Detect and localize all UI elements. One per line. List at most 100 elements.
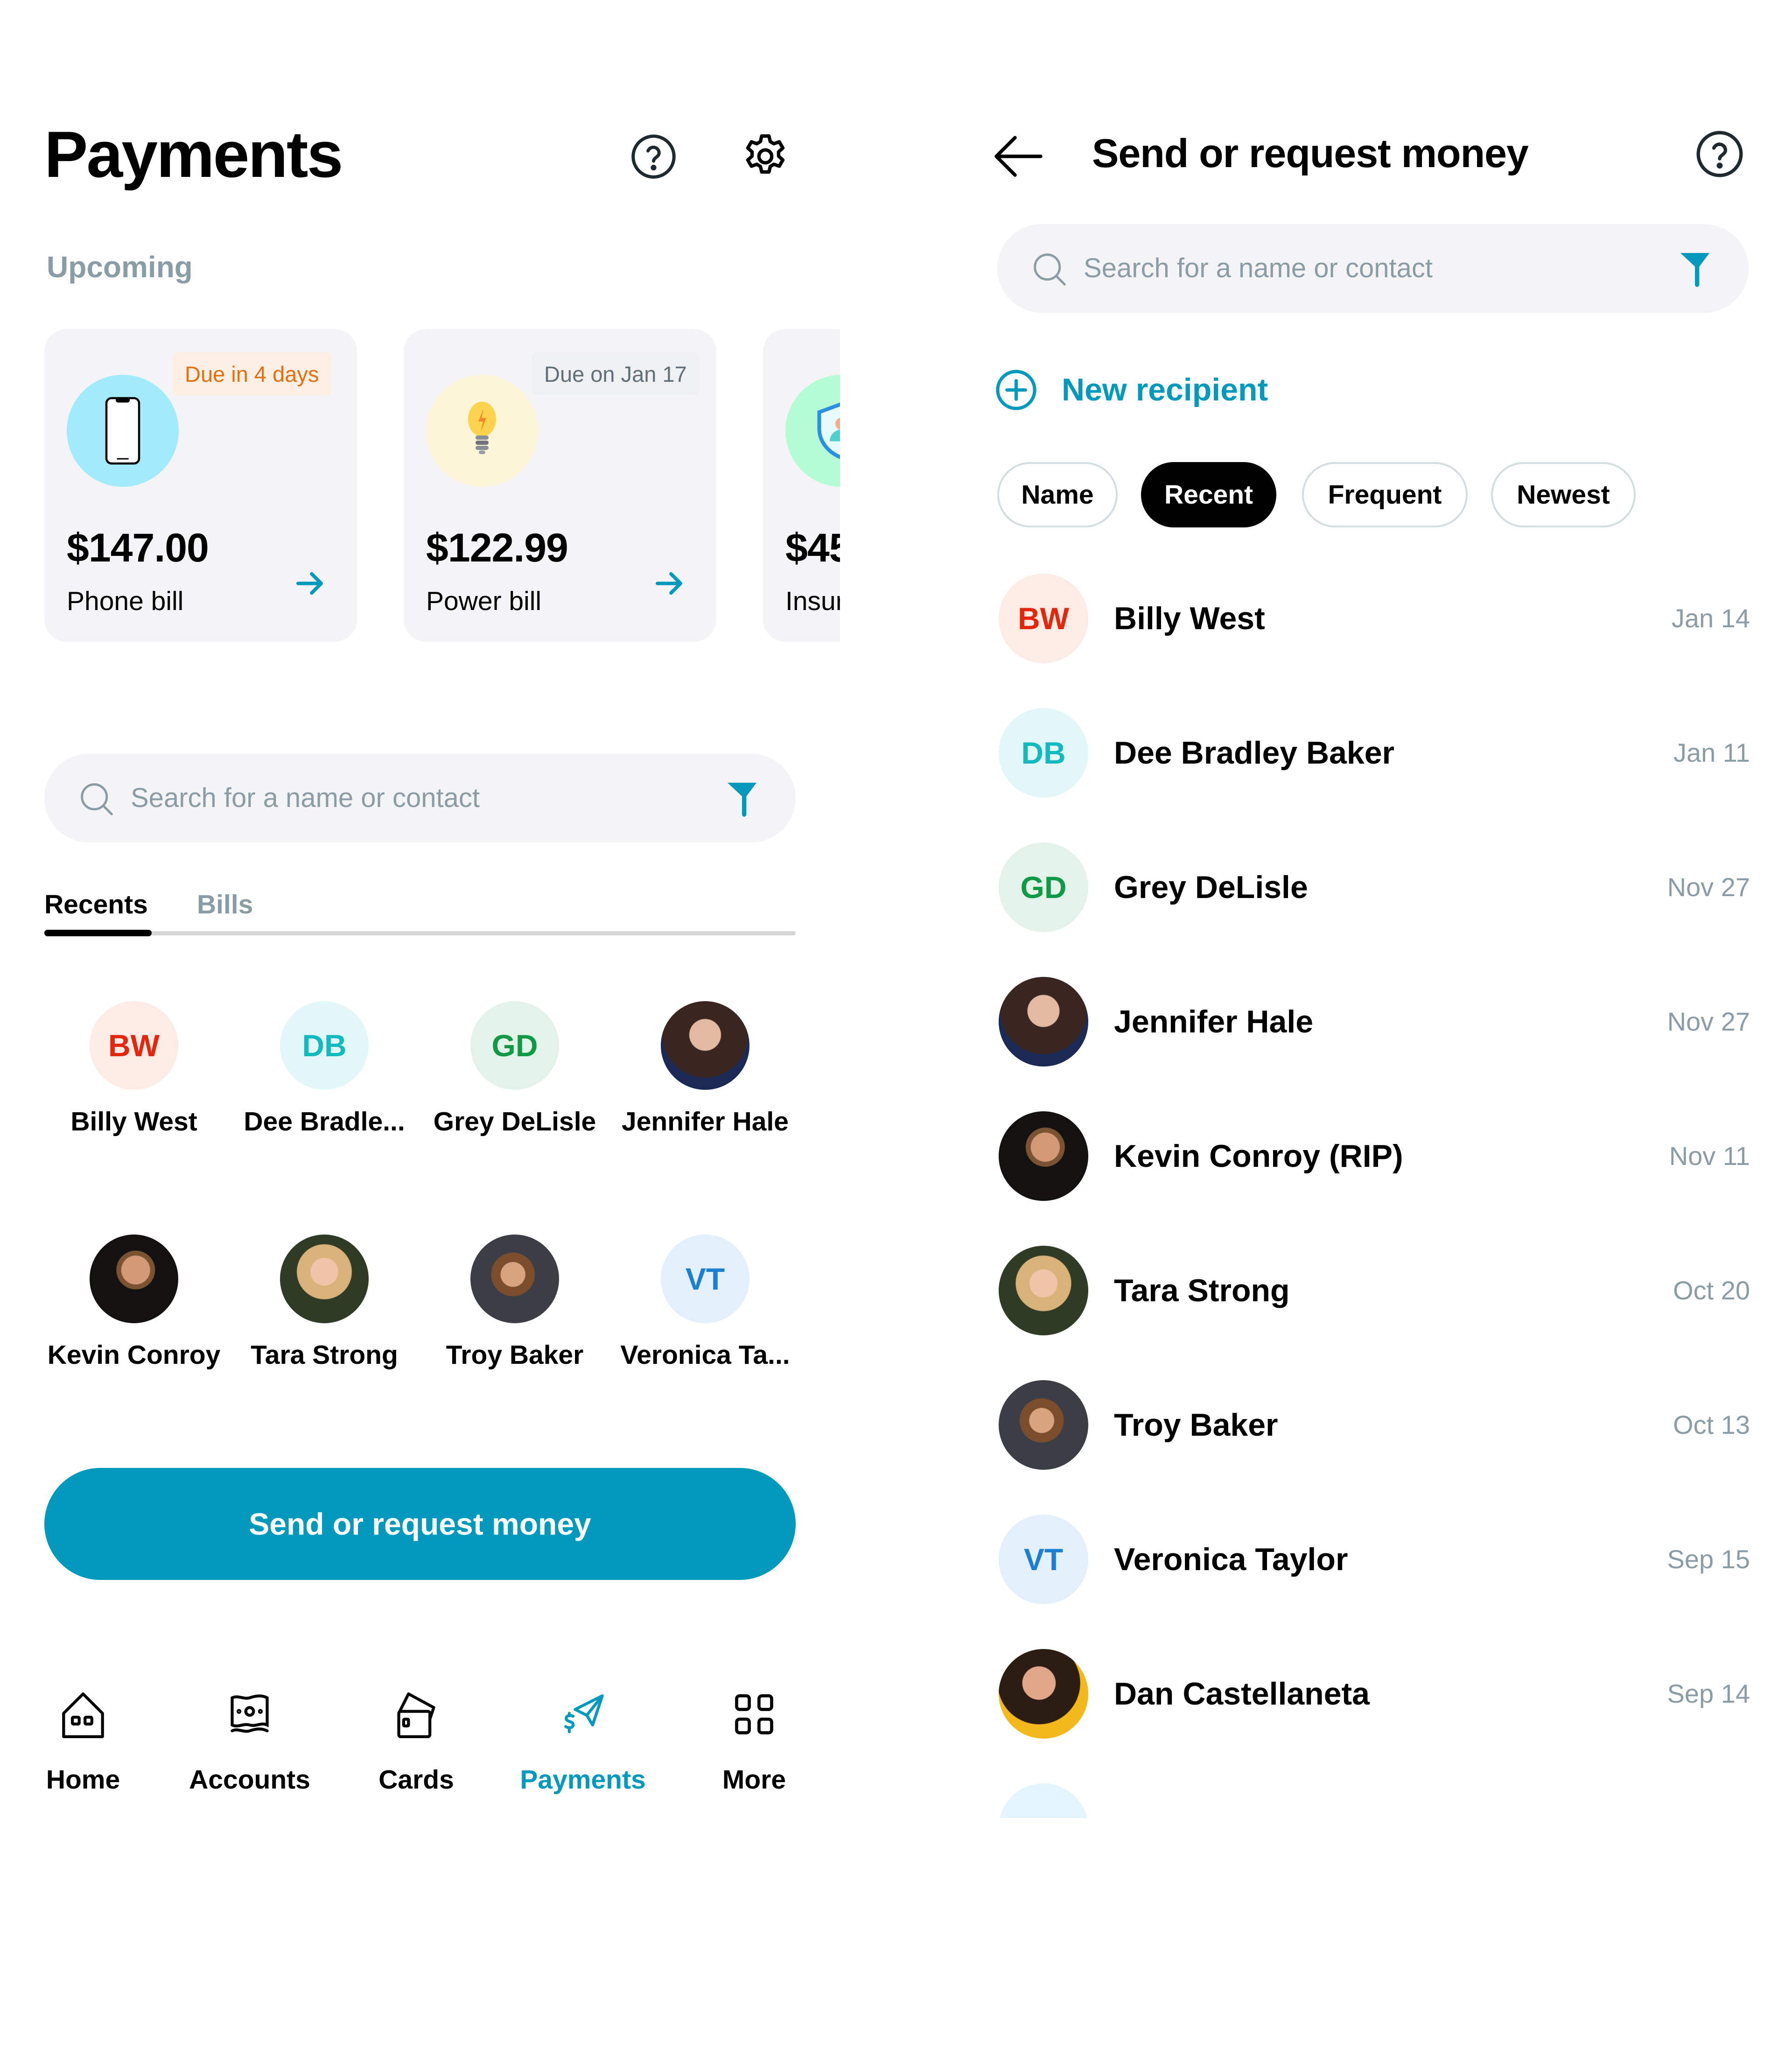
contact-date: Nov 27 bbox=[1667, 872, 1750, 902]
contact-row[interactable]: Jennifer Hale Nov 27 bbox=[999, 977, 1750, 1067]
nav-label: Payments bbox=[520, 1765, 646, 1795]
plus-circle-icon bbox=[996, 369, 1036, 410]
recent-contact[interactable]: VT Veronica Ta... bbox=[612, 1235, 798, 1393]
nav-payments[interactable]: Payments bbox=[513, 1690, 653, 1818]
contact-name: Tara Strong bbox=[1114, 1273, 1290, 1308]
recent-contact[interactable]: Troy Baker bbox=[421, 1235, 608, 1393]
contact-name: Grey DeLisle bbox=[1114, 870, 1308, 905]
contact-row[interactable]: BW Billy West Jan 14 bbox=[999, 574, 1750, 663]
nav-more[interactable]: More bbox=[684, 1690, 824, 1818]
back-button[interactable] bbox=[992, 128, 1048, 184]
contact-row[interactable]: Tara Strong Oct 20 bbox=[999, 1246, 1750, 1335]
contact-date: Nov 11 bbox=[1669, 1141, 1750, 1171]
contact-name: Veronica Ta... bbox=[620, 1340, 790, 1370]
avatar: VT bbox=[661, 1235, 749, 1323]
recent-contact[interactable]: Jennifer Hale bbox=[612, 1001, 798, 1160]
sort-chip-newest[interactable]: Newest bbox=[1491, 462, 1636, 527]
recent-contact[interactable]: Kevin Conroy bbox=[41, 1235, 227, 1393]
help-icon bbox=[631, 134, 676, 179]
contact-name: Jennifer Hale bbox=[622, 1107, 789, 1137]
contact-date: Sep 15 bbox=[1667, 1544, 1750, 1574]
arrow-right-icon[interactable] bbox=[294, 567, 327, 600]
bill-card-power[interactable]: Due on Jan 17 $122.99 Power bill bbox=[404, 329, 716, 642]
settings-button[interactable] bbox=[737, 128, 793, 184]
recent-contact[interactable]: GD Grey DeLisle bbox=[421, 1001, 608, 1160]
due-badge: Due in 4 days bbox=[173, 352, 331, 395]
avatar-photo bbox=[661, 1001, 749, 1090]
contact-name: Billy West bbox=[1114, 601, 1265, 636]
help-button[interactable] bbox=[1694, 128, 1750, 184]
send-or-request-button[interactable]: Send or request money bbox=[44, 1468, 796, 1580]
payments-screen: Payments Upcoming Due in 4 days $147.00 … bbox=[0, 0, 840, 1818]
recent-contact[interactable]: DB Dee Bradle... bbox=[231, 1001, 418, 1160]
arrow-right-icon[interactable] bbox=[653, 567, 686, 600]
home-icon bbox=[62, 1692, 104, 1738]
page-title: Send or request money bbox=[1092, 131, 1529, 176]
search-input[interactable]: Search for a name or contact bbox=[44, 754, 796, 842]
contact-date: Jan 14 bbox=[1671, 603, 1750, 633]
page-title: Payments bbox=[44, 118, 343, 191]
nav-label: Home bbox=[46, 1765, 120, 1795]
filter-icon[interactable] bbox=[1679, 251, 1711, 288]
contact-row[interactable]: Dan Castellaneta Sep 14 bbox=[999, 1649, 1750, 1739]
avatar: BW bbox=[999, 574, 1088, 663]
bill-amount: $45 bbox=[785, 526, 840, 570]
cards-icon bbox=[397, 1692, 435, 1738]
payments-icon bbox=[564, 1694, 604, 1733]
contact-name: Veronica Taylor bbox=[1114, 1542, 1348, 1577]
sort-chip-frequent[interactable]: Frequent bbox=[1302, 462, 1468, 527]
bill-name: Power bill bbox=[426, 586, 542, 616]
gear-icon bbox=[746, 134, 785, 174]
avatar: DB bbox=[280, 1001, 369, 1090]
nav-label: Accounts bbox=[189, 1765, 310, 1795]
avatar-photo bbox=[999, 977, 1088, 1067]
avatar bbox=[999, 1783, 1088, 1818]
contact-name: Jennifer Hale bbox=[1114, 1004, 1314, 1039]
contact-date: Nov 27 bbox=[1667, 1007, 1750, 1036]
contact-row[interactable]: GD Grey DeLisle Nov 27 bbox=[999, 842, 1750, 932]
contact-name: Troy Baker bbox=[446, 1340, 584, 1370]
nav-label: More bbox=[722, 1765, 786, 1795]
avatar: BW bbox=[90, 1001, 178, 1090]
contact-date: Oct 20 bbox=[1673, 1276, 1750, 1305]
avatar-photo bbox=[999, 1649, 1088, 1739]
avatar-photo bbox=[280, 1235, 369, 1323]
contact-date: Jan 11 bbox=[1673, 738, 1750, 767]
search-input[interactable]: Search for a name or contact bbox=[997, 224, 1749, 313]
contact-row[interactable]: Kevin Conroy (RIP) Nov 11 bbox=[999, 1111, 1750, 1201]
contact-name: Kevin Conroy (RIP) bbox=[1114, 1138, 1403, 1174]
bill-amount: $147.00 bbox=[67, 526, 209, 570]
nav-cards[interactable]: Cards bbox=[346, 1690, 486, 1818]
insurance-shield-icon bbox=[785, 375, 840, 487]
bill-card-phone[interactable]: Due in 4 days $147.00 Phone bill bbox=[44, 329, 357, 642]
nav-home[interactable]: Home bbox=[13, 1690, 153, 1818]
due-badge: Due on Jan 17 bbox=[532, 352, 699, 395]
filter-icon[interactable] bbox=[726, 781, 758, 817]
contact-row-clipped[interactable] bbox=[999, 1783, 1750, 1818]
tab-bills[interactable]: Bills bbox=[197, 889, 253, 920]
help-button[interactable] bbox=[625, 128, 681, 184]
bill-name: Phone bill bbox=[67, 586, 184, 616]
recent-contact[interactable]: BW Billy West bbox=[41, 1001, 227, 1160]
avatar-photo bbox=[999, 1111, 1088, 1201]
new-recipient-label: New recipient bbox=[1062, 372, 1268, 407]
contact-name: Troy Baker bbox=[1114, 1407, 1278, 1443]
contact-row[interactable]: Troy Baker Oct 13 bbox=[999, 1380, 1750, 1470]
lightbulb-icon bbox=[426, 375, 538, 487]
recent-contact[interactable]: Tara Strong bbox=[231, 1235, 418, 1393]
avatar-photo bbox=[999, 1380, 1088, 1470]
avatar-photo bbox=[90, 1235, 178, 1323]
bill-amount: $122.99 bbox=[426, 526, 568, 570]
new-recipient-button[interactable]: New recipient bbox=[994, 364, 1268, 415]
avatar: VT bbox=[999, 1515, 1088, 1604]
arrow-left-icon bbox=[994, 136, 1043, 177]
tab-recents[interactable]: Recents bbox=[44, 889, 148, 920]
bill-name: Insur bbox=[785, 586, 840, 616]
sort-chip-recent[interactable]: Recent bbox=[1141, 462, 1276, 527]
contact-date: Oct 13 bbox=[1673, 1410, 1750, 1439]
nav-accounts[interactable]: Accounts bbox=[180, 1690, 320, 1818]
contact-row[interactable]: VT Veronica Taylor Sep 15 bbox=[999, 1515, 1750, 1604]
contact-row[interactable]: DB Dee Bradley Baker Jan 11 bbox=[999, 708, 1750, 798]
bill-card-insurance[interactable]: $45 Insur bbox=[763, 329, 840, 642]
sort-chip-name[interactable]: Name bbox=[997, 462, 1118, 527]
